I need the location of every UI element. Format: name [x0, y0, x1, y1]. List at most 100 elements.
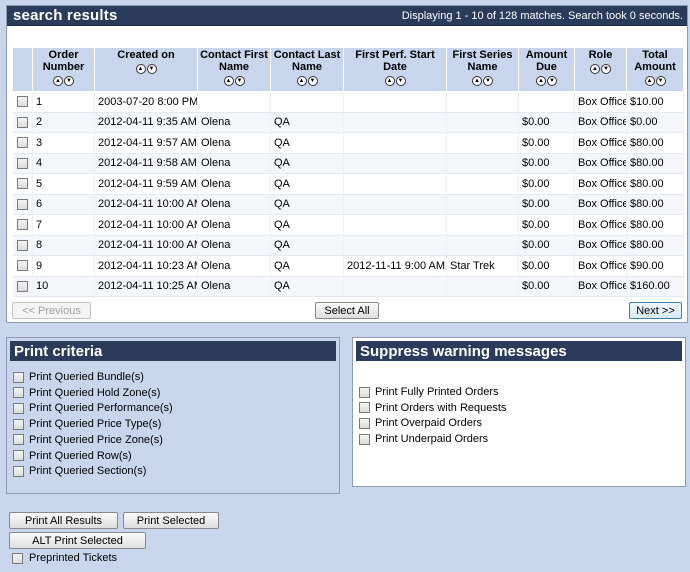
- suppress-warning-checkbox[interactable]: [359, 433, 370, 445]
- print-criteria-checkbox[interactable]: [13, 418, 24, 430]
- table-row[interactable]: 10 2012-04-11 10:25 AM Olena QA $0.00 Box Off…: [12, 276, 684, 297]
- row-select-checkbox[interactable]: [16, 116, 28, 128]
- row-select-checkbox[interactable]: [16, 157, 28, 169]
- previous-page-button[interactable]: << Previous: [12, 302, 91, 319]
- print-criteria-option[interactable]: Print Queried Row(s): [13, 449, 132, 463]
- suppress-warning-checkbox[interactable]: [359, 417, 370, 429]
- print-criteria-checkbox[interactable]: [13, 402, 24, 414]
- print-criteria-option[interactable]: Print Queried Price Zone(s): [13, 433, 163, 447]
- cell-order-number: 6: [32, 194, 95, 215]
- sort-descending-icon[interactable]: ▼: [483, 76, 493, 86]
- sort-ascending-icon[interactable]: ▲: [53, 76, 63, 86]
- cell-amount-due: $0.00: [518, 132, 575, 154]
- cell-first-series: [446, 173, 519, 195]
- row-select-checkbox[interactable]: [16, 260, 28, 272]
- cell-total-amount: $80.00: [626, 132, 684, 154]
- sort-descending-icon[interactable]: ▼: [234, 76, 245, 86]
- table-row[interactable]: 7 2012-04-11 10:00 AM Olena QA $0.00 Box Offi…: [12, 214, 684, 236]
- row-select-checkbox[interactable]: [16, 137, 28, 149]
- sort-controls: ▲ ▼: [135, 64, 157, 74]
- table-row[interactable]: 8 2012-04-11 10:00 AM Olena QA $0.00 Box Offi…: [12, 235, 684, 256]
- cell-total-amount: $80.00: [626, 214, 684, 236]
- row-select-checkbox[interactable]: [16, 280, 28, 292]
- print-criteria-option[interactable]: Print Queried Bundle(s): [13, 370, 144, 384]
- cell-created-on: 2012-04-11 10:23 AM: [94, 255, 198, 277]
- print-criteria-option[interactable]: Print Queried Hold Zone(s): [13, 386, 160, 400]
- cell-first-name: Olena: [197, 214, 271, 236]
- print-criteria-option[interactable]: Print Queried Price Type(s): [13, 417, 161, 431]
- suppress-warning-label: Print Overpaid Orders: [375, 417, 482, 430]
- print-criteria-title: Print criteria: [10, 341, 336, 361]
- print-criteria-checkbox[interactable]: [13, 371, 24, 383]
- print-criteria-option[interactable]: Print Queried Performance(s): [13, 401, 173, 415]
- suppress-warning-checkbox[interactable]: [359, 386, 370, 398]
- sort-ascending-icon[interactable]: ▲: [590, 64, 600, 74]
- row-select-checkbox[interactable]: [16, 219, 28, 231]
- sort-descending-icon[interactable]: ▼: [655, 76, 666, 86]
- pager: << Previous Select All Next >>: [12, 301, 683, 320]
- row-select-checkbox[interactable]: [16, 96, 28, 108]
- cell-created-on: 2012-04-11 10:00 AM: [94, 235, 198, 256]
- table-row[interactable]: 1 2003-07-20 8:00 PM Box Office $10.00: [12, 91, 684, 113]
- select-all-button[interactable]: Select All: [315, 302, 379, 319]
- column-header-label: Amount Due: [525, 49, 568, 73]
- print-criteria-option[interactable]: Print Queried Section(s): [13, 464, 146, 478]
- row-select-checkbox[interactable]: [16, 198, 28, 210]
- column-header-label: First Series Name: [452, 49, 513, 73]
- table-row[interactable]: 2 2012-04-11 9:35 AM Olena QA $0.00 Box Offic…: [12, 112, 684, 133]
- table-row[interactable]: 6 2012-04-11 10:00 AM Olena QA $0.00 Box Offi…: [12, 194, 684, 215]
- cell-amount-due: $0.00: [518, 255, 575, 277]
- cell-first-series: Star Trek: [446, 255, 519, 277]
- print-selected-button[interactable]: Print Selected: [123, 512, 219, 529]
- sort-descending-icon[interactable]: ▼: [601, 64, 611, 74]
- suppress-warning-option[interactable]: Print Fully Printed Orders: [359, 385, 498, 399]
- sort-ascending-icon[interactable]: ▲: [384, 76, 395, 86]
- suppress-warnings-title: Suppress warning messages: [356, 341, 682, 361]
- preprinted-tickets-checkbox[interactable]: [12, 552, 23, 564]
- column-header-first-name: Contact First Name ▲ ▼: [197, 47, 271, 92]
- row-select-checkbox[interactable]: [16, 178, 28, 190]
- sort-descending-icon[interactable]: ▼: [146, 64, 157, 74]
- cell-first-name: Olena: [197, 173, 271, 195]
- row-select-checkbox[interactable]: [16, 239, 28, 251]
- table-row[interactable]: 4 2012-04-11 9:58 AM Olena QA $0.00 Box Offic…: [12, 153, 684, 174]
- table-row[interactable]: 3 2012-04-11 9:57 AM Olena QA $0.00 Box Offic…: [12, 132, 684, 154]
- print-criteria-label: Print Queried Bundle(s): [29, 371, 144, 383]
- next-page-button[interactable]: Next >>: [629, 302, 682, 319]
- sort-controls: ▲ ▼: [590, 64, 611, 74]
- table-row[interactable]: 9 2012-04-11 10:23 AM Olena QA 2012-11-11 9:…: [12, 255, 684, 277]
- print-criteria-checkbox[interactable]: [13, 434, 24, 446]
- table-row[interactable]: 5 2012-04-11 9:59 AM Olena QA $0.00 Box Offic…: [12, 173, 684, 195]
- sort-descending-icon[interactable]: ▼: [395, 76, 406, 86]
- sort-descending-icon[interactable]: ▼: [307, 76, 318, 86]
- alt-print-selected-button[interactable]: ALT Print Selected: [9, 532, 146, 549]
- sort-ascending-icon[interactable]: ▲: [296, 76, 307, 86]
- sort-ascending-icon[interactable]: ▲: [223, 76, 234, 86]
- cell-first-series: [446, 153, 519, 174]
- sort-descending-icon[interactable]: ▼: [547, 76, 557, 86]
- column-header-created-on: Created on ▲ ▼: [94, 47, 198, 92]
- sort-ascending-icon[interactable]: ▲: [644, 76, 655, 86]
- suppress-warning-checkbox[interactable]: [359, 402, 370, 414]
- sort-controls: ▲ ▼: [223, 76, 245, 86]
- cell-first-perf: [343, 153, 447, 174]
- cell-role: Box Office: [574, 235, 627, 256]
- row-select-cell: [12, 112, 33, 133]
- sort-descending-icon[interactable]: ▼: [64, 76, 74, 86]
- sort-ascending-icon[interactable]: ▲: [135, 64, 146, 74]
- suppress-warning-option[interactable]: Print Underpaid Orders: [359, 432, 488, 446]
- suppress-warning-option[interactable]: Print Orders with Requests: [359, 401, 506, 415]
- print-criteria-checkbox[interactable]: [13, 450, 24, 461]
- cell-role: Box Office: [574, 132, 627, 154]
- print-criteria-checkbox[interactable]: [13, 387, 24, 399]
- sort-ascending-icon[interactable]: ▲: [536, 76, 546, 86]
- sort-ascending-icon[interactable]: ▲: [472, 76, 482, 86]
- cell-first-perf: [343, 173, 447, 195]
- preprinted-tickets-option[interactable]: Preprinted Tickets: [12, 552, 117, 564]
- cell-order-number: 3: [32, 132, 95, 154]
- print-criteria-checkbox[interactable]: [13, 465, 24, 477]
- suppress-warnings-panel: Suppress warning messages Print Fully Pr…: [352, 337, 686, 487]
- suppress-warning-option[interactable]: Print Overpaid Orders: [359, 416, 482, 430]
- column-header-label: Order Number: [42, 49, 85, 73]
- print-all-results-button[interactable]: Print All Results: [9, 512, 118, 529]
